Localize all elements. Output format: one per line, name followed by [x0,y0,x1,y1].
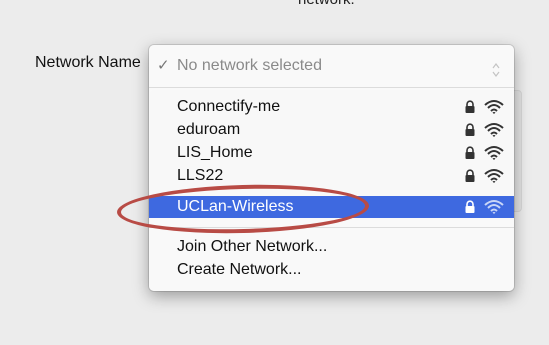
menu-item-no-network[interactable]: ✓ No network selected [149,55,514,77]
menu-item-network[interactable]: LLS22 [149,165,514,187]
wifi-icon [484,100,504,114]
lock-icon [465,123,475,136]
network-name-label: Network Name [35,54,141,71]
menu-separator [149,87,514,88]
menu-item-network[interactable]: Connectify-me [149,96,514,118]
join-other-network-label: Join Other Network... [177,238,328,255]
top-fragment-text: network. [298,0,355,8]
wifi-icon [484,123,504,137]
lock-icon [465,100,475,113]
join-other-network-item[interactable]: Join Other Network... [149,236,514,258]
network-dropdown-menu[interactable]: ✓ No network selected Connectify-me edur… [149,45,514,291]
create-network-label: Create Network... [177,261,302,278]
network-name: LIS_Home [177,144,253,161]
network-name: LLS22 [177,167,224,184]
check-icon: ✓ [157,57,170,74]
create-network-item[interactable]: Create Network... [149,259,514,281]
menu-item-network[interactable]: eduroam [149,119,514,141]
network-name: eduroam [177,121,241,138]
menu-item-label: No network selected [177,57,322,74]
lock-icon [465,169,475,182]
lock-icon [465,146,475,159]
menu-item-network[interactable]: LIS_Home [149,142,514,164]
wifi-icon [484,200,504,214]
network-name: Connectify-me [177,98,281,115]
lock-icon [465,200,475,213]
stepper-icon [492,63,500,77]
wifi-icon [484,169,504,183]
wifi-icon [484,146,504,160]
